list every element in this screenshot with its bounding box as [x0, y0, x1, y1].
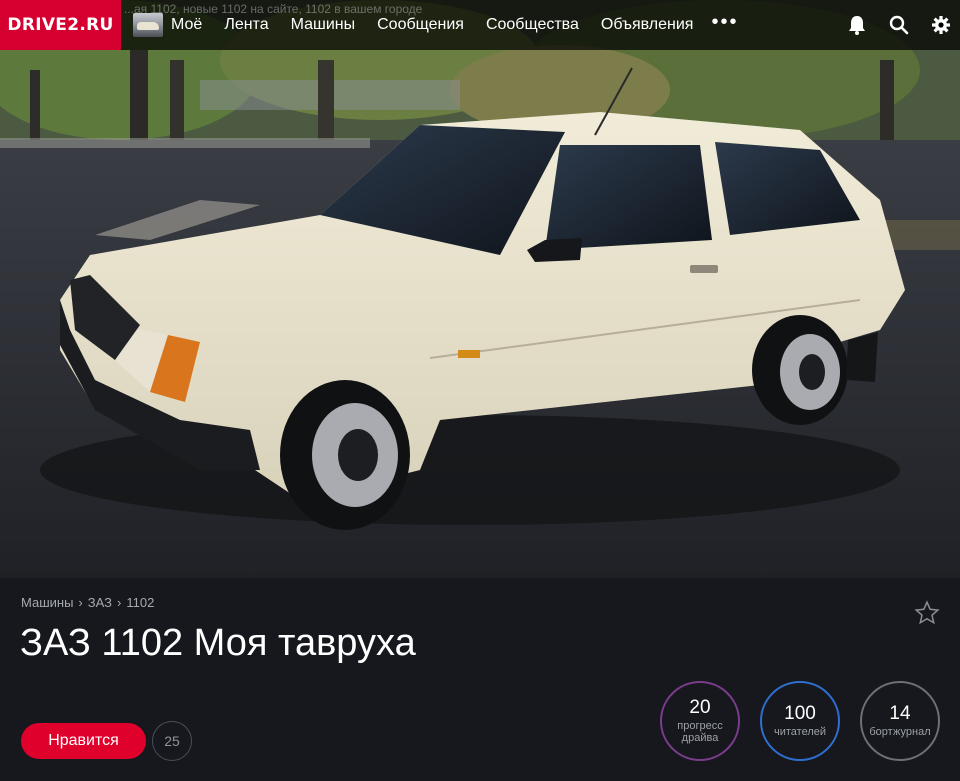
stat-drive-progress[interactable]: 20 прогресс драйва	[660, 681, 740, 761]
gear-icon[interactable]	[930, 14, 952, 36]
page-title: ЗАЗ 1102 Моя тавруха	[20, 622, 416, 664]
nav-item-ads[interactable]: Объявления	[601, 16, 694, 34]
search-icon[interactable]	[888, 14, 910, 36]
bell-icon[interactable]	[846, 14, 868, 36]
breadcrumb-separator: ›	[117, 595, 122, 610]
breadcrumb-brand[interactable]: ЗАЗ	[88, 595, 112, 610]
stat-readers[interactable]: 100 читателей	[760, 681, 840, 761]
site-logo[interactable]: DRIVE2.RU	[0, 0, 121, 50]
nav-item-mine[interactable]: Моё	[171, 16, 202, 34]
nav-icon-group	[846, 0, 952, 50]
stat-value: 100	[784, 703, 816, 724]
cover-photo	[0, 0, 960, 578]
breadcrumb-separator: ›	[78, 595, 83, 610]
nav-item-communities[interactable]: Сообщества	[486, 16, 579, 34]
breadcrumb-model[interactable]: 1102	[126, 595, 154, 610]
car-thumbnail[interactable]	[133, 13, 163, 37]
nav-item-feed[interactable]: Лента	[224, 16, 268, 34]
main-nav: Моё Лента Машины Сообщения Сообщества Об…	[171, 11, 738, 34]
nav-item-messages[interactable]: Сообщения	[377, 16, 464, 34]
stat-value: 20	[689, 697, 711, 718]
nav-item-cars[interactable]: Машины	[291, 16, 356, 34]
stat-value: 14	[889, 703, 911, 724]
stat-label: бортжурнал	[869, 726, 931, 738]
car-photo	[0, 0, 960, 578]
stat-label: прогресс драйва	[677, 720, 723, 744]
like-button[interactable]: Нравится	[21, 723, 146, 759]
more-menu-icon[interactable]: •••	[711, 11, 738, 34]
breadcrumb: Машины › ЗАЗ › 1102	[21, 595, 154, 610]
page: DRIVE2.RU Моё Лента Машины Сообщения Соо…	[0, 0, 960, 781]
breadcrumb-cars[interactable]: Машины	[21, 595, 73, 610]
stat-logbook[interactable]: 14 бортжурнал	[860, 681, 940, 761]
top-navbar: DRIVE2.RU Моё Лента Машины Сообщения Соо…	[0, 0, 960, 50]
car-info-panel: Машины › ЗАЗ › 1102 ЗАЗ 1102 Моя тавруха…	[0, 578, 960, 781]
stat-label: читателей	[773, 726, 826, 738]
like-count[interactable]: 25	[152, 721, 192, 761]
star-icon[interactable]	[914, 600, 940, 626]
